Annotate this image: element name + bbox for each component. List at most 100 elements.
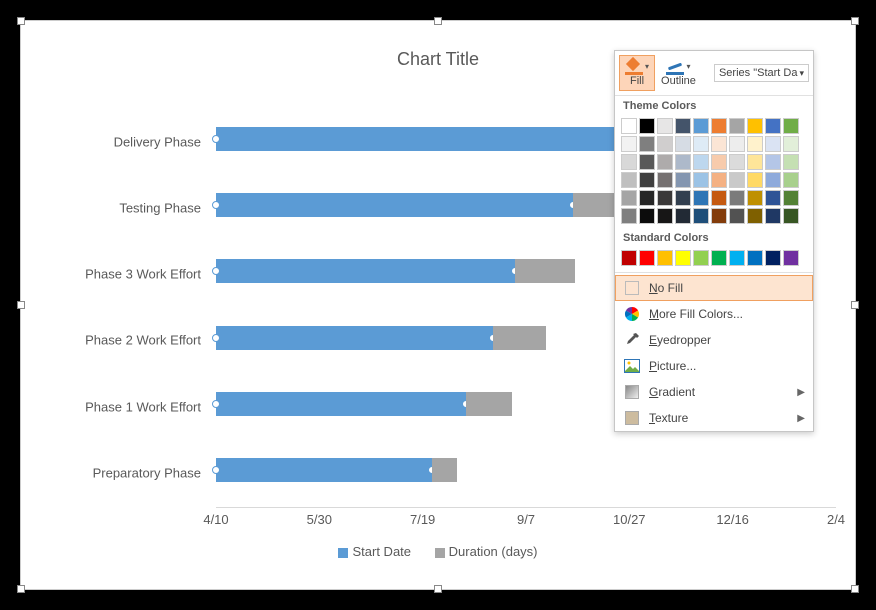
color-swatch[interactable]	[675, 250, 691, 266]
selection-handle[interactable]	[434, 585, 442, 593]
chart-legend[interactable]: Start Date Duration (days)	[21, 544, 855, 559]
color-swatch[interactable]	[675, 136, 691, 152]
color-swatch[interactable]	[747, 136, 763, 152]
color-swatch[interactable]	[675, 118, 691, 134]
selection-handle[interactable]	[851, 585, 859, 593]
eyedropper-menu-item[interactable]: Eyedropper	[615, 327, 813, 353]
color-swatch[interactable]	[639, 208, 655, 224]
color-swatch[interactable]	[765, 172, 781, 188]
color-swatch[interactable]	[729, 190, 745, 206]
color-swatch[interactable]	[621, 250, 637, 266]
color-swatch[interactable]	[783, 136, 799, 152]
color-swatch[interactable]	[765, 118, 781, 134]
picture-menu-item[interactable]: Picture...	[615, 353, 813, 379]
color-swatch[interactable]	[765, 208, 781, 224]
color-swatch[interactable]	[675, 190, 691, 206]
color-swatch[interactable]	[747, 154, 763, 170]
color-swatch[interactable]	[621, 190, 637, 206]
color-swatch[interactable]	[729, 208, 745, 224]
gradient-menu-item[interactable]: Gradient ▶	[615, 379, 813, 405]
color-swatch[interactable]	[711, 118, 727, 134]
outline-button[interactable]: ▾ Outline	[655, 55, 702, 91]
color-swatch[interactable]	[657, 250, 673, 266]
color-swatch[interactable]	[783, 172, 799, 188]
color-swatch[interactable]	[711, 154, 727, 170]
color-swatch[interactable]	[747, 118, 763, 134]
color-swatch[interactable]	[783, 154, 799, 170]
color-swatch[interactable]	[693, 208, 709, 224]
color-swatch[interactable]	[675, 172, 691, 188]
color-swatch[interactable]	[693, 136, 709, 152]
color-swatch[interactable]	[621, 208, 637, 224]
color-swatch[interactable]	[729, 154, 745, 170]
color-swatch[interactable]	[693, 118, 709, 134]
color-swatch[interactable]	[621, 154, 637, 170]
color-swatch[interactable]	[639, 250, 655, 266]
color-swatch[interactable]	[729, 250, 745, 266]
color-swatch[interactable]	[639, 118, 655, 134]
color-swatch[interactable]	[711, 136, 727, 152]
color-swatch[interactable]	[729, 172, 745, 188]
chart-element-selector[interactable]: Series "Start Da	[714, 64, 809, 82]
color-swatch[interactable]	[657, 118, 673, 134]
color-swatch[interactable]	[711, 190, 727, 206]
format-mini-toolbar[interactable]: ▾ Fill ▾ Outline Series "Start Da Theme …	[614, 50, 814, 432]
x-axis-tick: 10/27	[613, 512, 646, 527]
selection-handle[interactable]	[17, 585, 25, 593]
color-swatch[interactable]	[783, 118, 799, 134]
color-swatch[interactable]	[657, 190, 673, 206]
color-swatch[interactable]	[783, 250, 799, 266]
more-fill-colors-menu-item[interactable]: More Fill Colors...	[615, 301, 813, 327]
color-swatch[interactable]	[639, 136, 655, 152]
selection-handle[interactable]	[434, 17, 442, 25]
y-axis-label: Testing Phase	[119, 200, 201, 215]
color-swatch[interactable]	[693, 172, 709, 188]
color-swatch[interactable]	[639, 190, 655, 206]
color-swatch[interactable]	[765, 154, 781, 170]
bar-start-date[interactable]	[216, 326, 493, 350]
color-swatch[interactable]	[639, 172, 655, 188]
color-swatch[interactable]	[639, 154, 655, 170]
color-swatch[interactable]	[747, 172, 763, 188]
color-swatch[interactable]	[711, 172, 727, 188]
color-swatch[interactable]	[693, 190, 709, 206]
color-swatch[interactable]	[711, 250, 727, 266]
selection-handle[interactable]	[17, 17, 25, 25]
color-swatch[interactable]	[783, 190, 799, 206]
bar-duration[interactable]	[493, 326, 546, 350]
color-swatch[interactable]	[765, 190, 781, 206]
bar-duration[interactable]	[466, 392, 511, 416]
color-swatch[interactable]	[657, 154, 673, 170]
bar-start-date[interactable]	[216, 392, 466, 416]
color-swatch[interactable]	[729, 118, 745, 134]
y-axis-labels: Delivery Phase Testing Phase Phase 3 Wor…	[21, 91, 211, 521]
color-swatch[interactable]	[747, 208, 763, 224]
texture-menu-item[interactable]: Texture ▶	[615, 405, 813, 431]
color-swatch[interactable]	[675, 154, 691, 170]
color-swatch[interactable]	[765, 250, 781, 266]
no-fill-menu-item[interactable]: NNo Fillo Fill	[615, 275, 813, 301]
color-swatch[interactable]	[675, 208, 691, 224]
color-swatch[interactable]	[621, 136, 637, 152]
bar-duration[interactable]	[515, 259, 575, 283]
color-swatch[interactable]	[621, 118, 637, 134]
color-swatch[interactable]	[657, 208, 673, 224]
color-swatch[interactable]	[747, 250, 763, 266]
color-swatch[interactable]	[729, 136, 745, 152]
color-swatch[interactable]	[765, 136, 781, 152]
bar-start-date[interactable]	[216, 458, 432, 482]
color-swatch[interactable]	[711, 208, 727, 224]
color-swatch[interactable]	[693, 154, 709, 170]
color-swatch[interactable]	[621, 172, 637, 188]
fill-button[interactable]: ▾ Fill	[619, 55, 655, 91]
color-swatch[interactable]	[657, 172, 673, 188]
bar-start-date[interactable]	[216, 127, 628, 151]
bar-start-date[interactable]	[216, 259, 515, 283]
color-swatch[interactable]	[747, 190, 763, 206]
selection-handle[interactable]	[851, 17, 859, 25]
color-swatch[interactable]	[783, 208, 799, 224]
bar-duration[interactable]	[432, 458, 457, 482]
bar-start-date[interactable]	[216, 193, 573, 217]
color-swatch[interactable]	[693, 250, 709, 266]
color-swatch[interactable]	[657, 136, 673, 152]
